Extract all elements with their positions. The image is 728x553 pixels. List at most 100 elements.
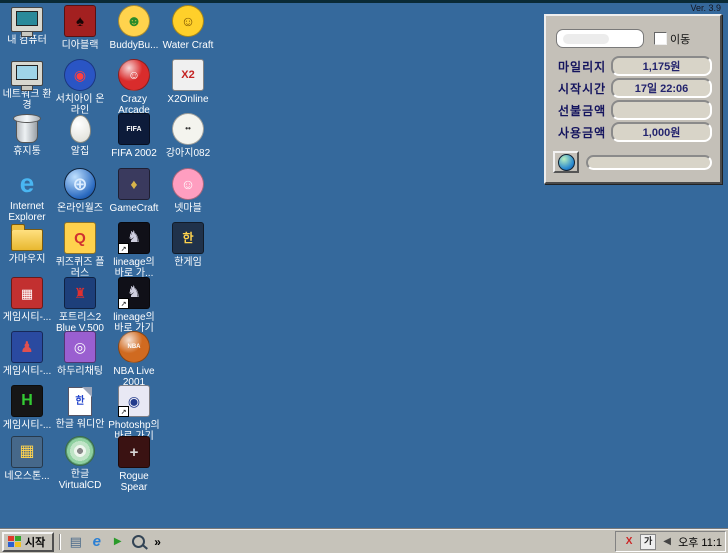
haduri-chat-icon[interactable]: ◎↗ 하두리채팅: [54, 331, 106, 377]
quizquiz-plus-icon[interactable]: Q↗ 퀴즈퀴즈 플러스: [54, 222, 106, 279]
billing-row: 마일리지 1,175원: [546, 55, 720, 77]
billing-id-input[interactable]: [556, 29, 644, 48]
fifa2002-icon[interactable]: FIFA↗ FIFA 2002: [108, 113, 160, 159]
fifa2002-icon: FIFA↗: [118, 113, 150, 145]
desktop-icon-label: FIFA 2002: [108, 148, 160, 159]
quick-launch-bar: ▤ e ▶: [66, 533, 148, 551]
diablack-icon: ♠↗: [64, 5, 96, 37]
network-neighborhood-icon[interactable]: ↗ 네트워크 환경: [1, 59, 53, 111]
quizquiz-plus-icon: Q↗: [64, 222, 96, 254]
searcheye-online-icon[interactable]: ◉↗ 서치아이 온라인: [54, 59, 106, 116]
netmarble-icon: ☺↗: [172, 168, 204, 200]
water-craft-icon: ☺↗: [172, 5, 204, 37]
show-desktop-icon[interactable]: ▤: [66, 533, 85, 551]
start-button-label: 시작: [25, 534, 45, 550]
water-craft-icon[interactable]: ☺↗ Water Craft: [162, 5, 214, 51]
desktop-icon-label: 네트워크 환경: [1, 89, 53, 111]
buddybuddy-icon[interactable]: ☻↗ BuddyBu...: [108, 5, 160, 51]
billing-row: 시작시간 17일 22:06: [546, 77, 720, 99]
gamecity-icon-3[interactable]: H↗ 게임시티-...: [1, 385, 53, 431]
diablack-icon[interactable]: ♠↗ 디아블랙: [54, 5, 106, 51]
desktop-icon-label: 한글 워디안: [54, 419, 106, 430]
fortress2-icon: ♜↗: [64, 277, 96, 309]
prepaid-amount-label: 선불금액: [558, 102, 606, 119]
onlineworlds-icon[interactable]: ⊕↗ 온라인월즈: [54, 168, 106, 214]
search-icon[interactable]: [129, 533, 148, 551]
crazy-arcade-icon: ☺↗: [118, 59, 150, 91]
my-computer-icon: ↗: [11, 7, 43, 32]
x2online-icon[interactable]: X2↗ X2Online: [162, 59, 214, 105]
buddybuddy-icon: ☻↗: [118, 5, 150, 37]
netmarble-icon[interactable]: ☺↗ 넷마블: [162, 168, 214, 214]
ie-quicklaunch-icon[interactable]: e: [87, 533, 106, 551]
lineage-shortcut-icon-1: ♞↗: [118, 222, 150, 254]
lineage-shortcut-icon-2[interactable]: ♞↗ lineage의 바로 가기: [108, 277, 160, 334]
desktop-icon-label: 퀴즈퀴즈 플러스: [54, 257, 106, 279]
desktop-icon-label: 디아블랙: [54, 40, 106, 51]
billing-row: 선불금액: [546, 99, 720, 121]
gamecraft-icon[interactable]: ♦↗ GameCraft: [108, 168, 160, 214]
fortress2-icon[interactable]: ♜↗ 포트리스2 Blue V.500: [54, 277, 106, 334]
lineage-shortcut-icon-1[interactable]: ♞↗ lineage의 바로 가...: [108, 222, 160, 279]
hangame-icon: 한↗: [172, 222, 204, 254]
taskbar: 시작 ▤ e ▶ » X 가 ◀ 오후 11:1: [0, 529, 728, 553]
alzip-icon[interactable]: ↗ 알집: [54, 113, 106, 157]
desktop-icon-label: BuddyBu...: [108, 40, 160, 51]
shortcut-arrow-badge: ↗: [118, 298, 129, 309]
system-tray: X 가 ◀ 오후 11:1: [615, 531, 726, 552]
billing-panel-bottom-row: [553, 151, 712, 173]
photoshop-shortcut-icon[interactable]: ◉↗ Photoshp의 바로 가기: [108, 385, 160, 442]
desktop-icon-label: 가마우지: [1, 254, 53, 265]
desktop-icon-label: Rogue Spear: [108, 471, 160, 493]
gamecity-icon-2: ♟↗: [11, 331, 43, 363]
desktop-icon-label: 온라인월즈: [54, 203, 106, 214]
internet-explorer-icon[interactable]: e↗ Internet Explorer: [1, 168, 53, 223]
desktop-icon-label: 한게임: [162, 257, 214, 268]
used-amount-value: 1,000원: [611, 122, 712, 142]
billing-panel: 이동 마일리지 1,175원 시작시간 17일 22:06 선불금액 사용금액 …: [544, 14, 722, 184]
hangul-virtualcd-icon[interactable]: ↗ 한글 VirtualCD: [54, 436, 106, 491]
desktop-icon-label: Water Craft: [162, 40, 214, 51]
desktop-icon-label: 게임시티-...: [1, 312, 53, 323]
taskbar-clock: 오후 11:1: [678, 534, 722, 550]
desktop[interactable]: ↗ 내 컴퓨터 ↗ 네트워크 환경 ↗ 휴지통 e↗ Internet Expl…: [0, 0, 728, 553]
gamauji-folder-icon: ↗: [11, 229, 43, 251]
puppy082-icon[interactable]: ••↗ 강아지082: [162, 113, 214, 159]
rogue-spear-icon[interactable]: +↗ Rogue Spear: [108, 436, 160, 493]
x2online-icon: X2↗: [172, 59, 204, 91]
start-button[interactable]: 시작: [2, 532, 54, 552]
media-player-icon[interactable]: ▶: [108, 533, 127, 551]
my-computer-icon[interactable]: ↗ 내 컴퓨터: [1, 5, 53, 46]
desktop-icon-label: 네오스톤...: [1, 471, 53, 482]
desktop-icon-label: 한글 VirtualCD: [54, 469, 106, 491]
crazy-arcade-icon[interactable]: ☺↗ Crazy Arcade: [108, 59, 160, 116]
volume-icon[interactable]: ◀: [660, 535, 674, 549]
start-time-value: 17일 22:06: [611, 78, 712, 98]
hangul-wordian-icon: 한↗: [68, 387, 92, 416]
billing-rows: 마일리지 1,175원 시작시간 17일 22:06 선불금액 사용금액 1,0…: [546, 55, 720, 143]
antivirus-tray-icon[interactable]: X: [622, 535, 636, 549]
start-time-label: 시작시간: [558, 80, 606, 97]
recycle-bin-icon[interactable]: ↗ 휴지통: [1, 113, 53, 157]
nba-live-2001-icon[interactable]: NBA↗ NBA Live 2001: [108, 331, 160, 388]
gamecity-icon-1[interactable]: ▦↗ 게임시티-...: [1, 277, 53, 323]
gamecity-icon-3: H↗: [11, 385, 43, 417]
taskbar-divider: [59, 534, 61, 550]
ime-korean-icon[interactable]: 가: [640, 534, 656, 550]
shortcut-arrow-badge: ↗: [118, 243, 129, 254]
hangame-icon[interactable]: 한↗ 한게임: [162, 222, 214, 268]
desktop-icon-label: 알집: [54, 146, 106, 157]
desktop-icon-label: Internet Explorer: [1, 201, 53, 223]
gamauji-folder-icon[interactable]: ↗ 가마우지: [1, 222, 53, 265]
quicklaunch-overflow-chevron[interactable]: »: [151, 535, 164, 549]
photoshop-shortcut-icon: ◉↗: [118, 385, 150, 417]
hangul-wordian-icon[interactable]: 한↗ 한글 워디안: [54, 385, 106, 430]
windows-logo-icon: [8, 536, 21, 547]
desktop-icon-label: 하두리채팅: [54, 366, 106, 377]
globe-button[interactable]: [553, 151, 579, 173]
gamecity-icon-2[interactable]: ♟↗ 게임시티-...: [1, 331, 53, 377]
move-checkbox[interactable]: [654, 32, 667, 45]
desktop-icon-label: lineage의 바로 가...: [108, 257, 160, 279]
neostone-icon[interactable]: ▦↗ 네오스톤...: [1, 436, 53, 482]
lineage-shortcut-icon-2: ♞↗: [118, 277, 150, 309]
